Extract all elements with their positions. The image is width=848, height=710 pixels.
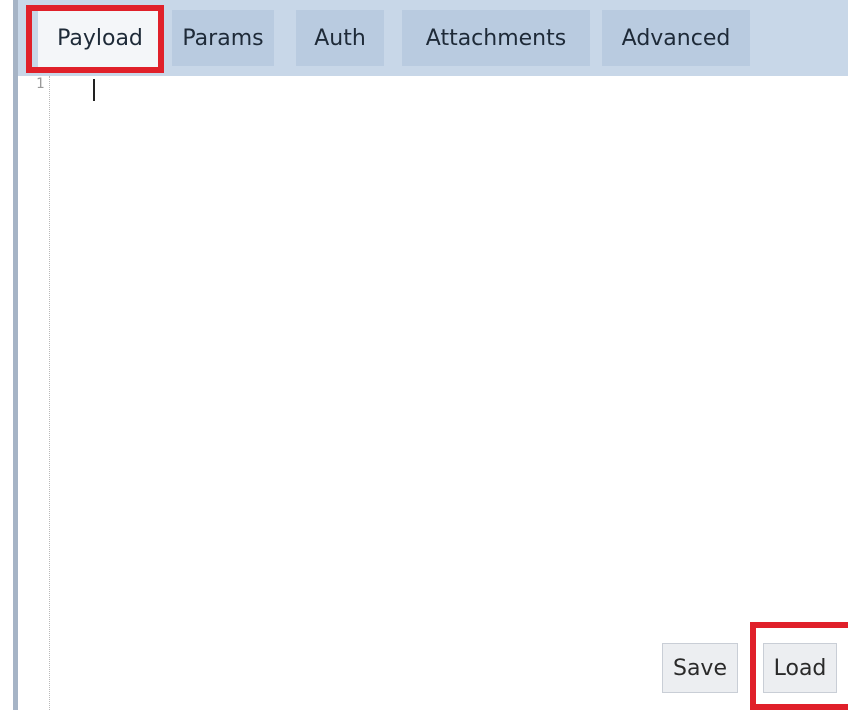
tab-auth[interactable]: Auth	[296, 10, 384, 66]
line-number: 1	[36, 76, 45, 92]
load-button[interactable]: Load	[763, 643, 837, 693]
request-editor-panel: Payload Params Auth Attachments Advanced…	[0, 0, 848, 710]
tab-attachments[interactable]: Attachments	[402, 10, 590, 66]
tab-payload[interactable]: Payload	[38, 8, 162, 68]
save-button[interactable]: Save	[662, 643, 738, 693]
tab-bar: Payload Params Auth Attachments Advanced	[18, 0, 848, 76]
line-number-gutter: 1	[18, 76, 50, 710]
tab-params[interactable]: Params	[172, 10, 274, 66]
payload-editor[interactable]: 1	[18, 76, 848, 710]
text-caret	[93, 79, 95, 101]
tab-advanced[interactable]: Advanced	[602, 10, 750, 66]
